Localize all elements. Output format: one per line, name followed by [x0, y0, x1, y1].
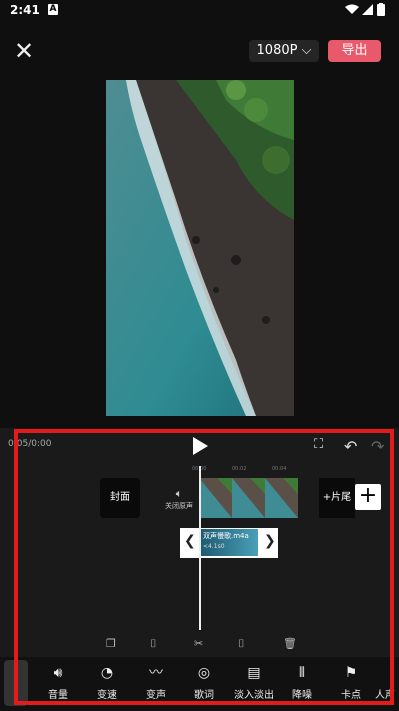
status-bar: 2:41 A [0, 0, 399, 22]
highlight-box [14, 429, 394, 705]
resolution-selector[interactable]: 1080P ⌵ [249, 40, 319, 62]
wifi-icon [345, 4, 359, 14]
video-preview[interactable] [106, 80, 294, 416]
battery-icon [377, 3, 385, 16]
notification-icon: A [48, 4, 58, 15]
status-time: 2:41 [10, 3, 40, 17]
export-button[interactable]: 导出 [328, 40, 381, 62]
preview-image [106, 80, 294, 416]
close-button[interactable]: ✕ [13, 39, 35, 63]
signal-icon [362, 4, 373, 15]
